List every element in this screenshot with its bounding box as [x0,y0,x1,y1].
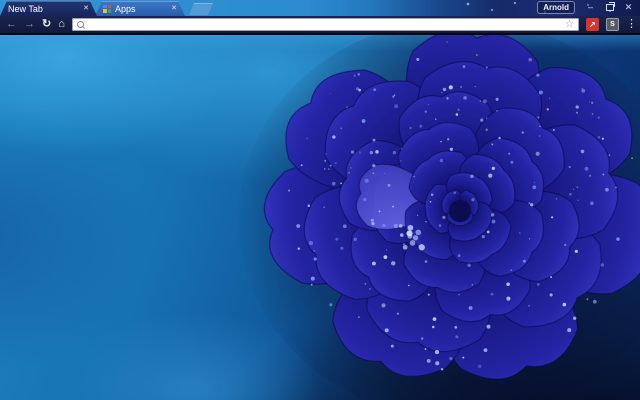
restore-button[interactable] [601,2,618,14]
home-button[interactable]: ⌂ [58,19,65,30]
apps-grid-square [103,5,107,9]
window-controls: Arnold – ✕ [537,1,637,14]
tab-new-tab[interactable]: New Tab ✕ [0,1,97,16]
close-button[interactable]: ✕ [620,2,637,14]
browser-menu-icon[interactable]: ⋮ [626,19,637,30]
tab-label: Apps [115,3,136,14]
reload-button[interactable]: ↻ [42,19,51,30]
tab-close-icon[interactable]: ✕ [171,5,177,12]
apps-grid-square [103,9,107,13]
apps-grid-square [108,5,112,9]
tab-apps[interactable]: Apps ✕ [95,1,185,16]
omnibox[interactable]: ☆ [71,18,579,31]
tab-strip: New Tab ✕ Apps ✕ Arnold – ✕ [0,0,640,16]
extension-s-icon[interactable]: S [606,18,619,31]
back-button[interactable]: ← [6,19,17,30]
profile-name-badge[interactable]: Arnold [537,1,575,14]
search-icon [76,21,84,28]
browser-window: New Tab ✕ Apps ✕ Arnold – ✕ ← → ↻ ⌂ ☆ ↗ … [0,0,640,400]
omnibox-input[interactable] [88,19,561,30]
apps-grid-icon [103,5,111,13]
new-tab-page-wallpaper [0,35,640,400]
tab-close-icon[interactable]: ✕ [83,5,89,12]
blue-rose-image [238,35,640,400]
forward-button[interactable]: → [24,19,35,30]
bookmark-star-icon[interactable]: ☆ [565,19,574,30]
new-tab-button[interactable] [189,3,213,15]
restore-icon [605,2,615,11]
extension-red-arrow-icon[interactable]: ↗ [586,18,599,31]
apps-grid-square [108,9,112,13]
minimize-button[interactable]: – [582,2,599,14]
toolbar: ← → ↻ ⌂ ☆ ↗ S ⋮ [0,16,640,35]
tab-label: New Tab [8,3,43,14]
